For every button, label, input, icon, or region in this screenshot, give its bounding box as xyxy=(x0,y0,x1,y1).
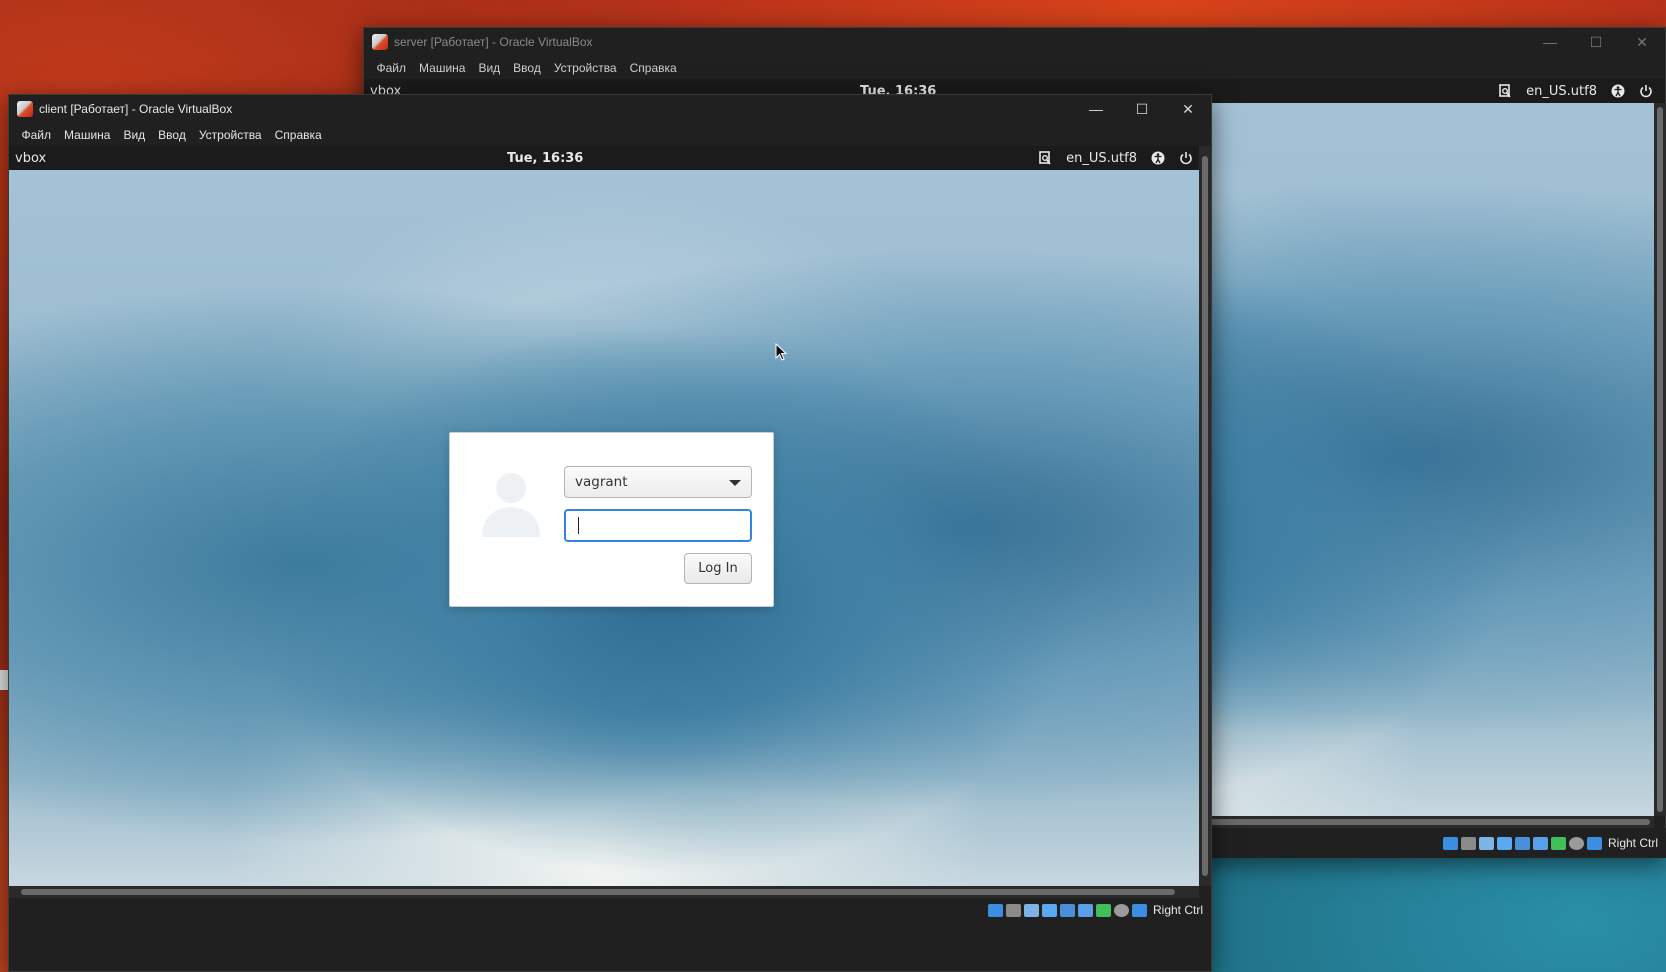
host-key-label: Right Ctrl xyxy=(1607,836,1658,850)
client-vm-window[interactable]: client [Работает] - Oracle VirtualBox — … xyxy=(8,94,1212,972)
client-statusbar: Right Ctrl xyxy=(9,898,1211,922)
maximize-button[interactable]: ☐ xyxy=(1119,95,1165,123)
optical-drive-icon[interactable] xyxy=(1005,903,1021,917)
host-key-label: Right Ctrl xyxy=(1152,903,1203,917)
scroll-thumb[interactable] xyxy=(1657,107,1663,812)
client-vertical-scrollbar[interactable] xyxy=(1199,146,1211,886)
minimize-button[interactable]: — xyxy=(1527,28,1573,56)
login-button-label: Log In xyxy=(698,561,738,576)
login-button[interactable]: Log In xyxy=(684,553,752,584)
audio-icon[interactable] xyxy=(1478,836,1494,850)
client-titlebar[interactable]: client [Работает] - Oracle VirtualBox — … xyxy=(9,95,1211,123)
client-menubar: Файл Машина Вид Ввод Устройства Справка xyxy=(9,123,1211,146)
optical-drive-icon[interactable] xyxy=(1460,836,1476,850)
network-icon[interactable] xyxy=(1496,836,1512,850)
screen-reader-icon[interactable] xyxy=(1038,151,1052,165)
hard-disk-icon[interactable] xyxy=(1442,836,1458,850)
network-icon[interactable] xyxy=(1041,903,1057,917)
client-window-title: client [Работает] - Oracle VirtualBox xyxy=(39,102,233,116)
activities-label[interactable]: vbox xyxy=(15,151,155,166)
keyboard-locale[interactable]: en_US.utf8 xyxy=(1526,84,1597,99)
shared-folders-icon[interactable] xyxy=(1077,903,1093,917)
hard-disk-icon[interactable] xyxy=(987,903,1003,917)
audio-icon[interactable] xyxy=(1023,903,1039,917)
chevron-down-icon xyxy=(729,480,741,486)
background-window-edge xyxy=(0,670,8,690)
display-icon[interactable] xyxy=(1095,903,1111,917)
text-caret xyxy=(578,517,579,534)
power-icon[interactable] xyxy=(1179,151,1193,165)
scroll-thumb[interactable] xyxy=(1202,156,1208,876)
accessibility-icon[interactable] xyxy=(1151,151,1165,165)
client-guest-top-panel: vbox Tue, 16:36 en_US.utf8 xyxy=(9,146,1199,170)
display-icon[interactable] xyxy=(1550,836,1566,850)
virtualbox-icon xyxy=(372,34,388,50)
user-avatar-icon xyxy=(482,473,540,537)
login-dialog: vagrant Log In xyxy=(449,432,774,607)
recording-icon[interactable] xyxy=(1568,836,1584,850)
accessibility-icon[interactable] xyxy=(1611,84,1625,98)
menu-file[interactable]: Файл xyxy=(370,61,413,75)
guest-clock[interactable]: Tue, 16:36 xyxy=(507,151,583,166)
virtualbox-icon xyxy=(17,101,33,117)
usb-icon[interactable] xyxy=(1059,903,1075,917)
menu-input[interactable]: Ввод xyxy=(152,128,193,142)
menu-devices[interactable]: Устройства xyxy=(192,128,268,142)
server-window-title: server [Работает] - Oracle VirtualBox xyxy=(394,35,593,49)
client-horizontal-scrollbar[interactable] xyxy=(9,886,1199,898)
server-titlebar[interactable]: server [Работает] - Oracle VirtualBox — … xyxy=(364,28,1665,56)
screen-reader-icon[interactable] xyxy=(1498,84,1512,98)
mouse-integration-icon[interactable] xyxy=(1131,903,1147,917)
selected-user: vagrant xyxy=(575,474,628,490)
maximize-button[interactable]: ☐ xyxy=(1573,28,1619,56)
menu-view[interactable]: Вид xyxy=(472,61,507,75)
scroll-thumb[interactable] xyxy=(21,889,1175,895)
menu-help[interactable]: Справка xyxy=(268,128,328,142)
menu-help[interactable]: Справка xyxy=(623,61,683,75)
menu-view[interactable]: Вид xyxy=(117,128,152,142)
client-guest-display[interactable]: vagrant Log In xyxy=(9,170,1199,886)
menu-devices[interactable]: Устройства xyxy=(547,61,623,75)
menu-file[interactable]: Файл xyxy=(15,128,58,142)
mouse-integration-icon[interactable] xyxy=(1586,836,1602,850)
close-button[interactable]: ✕ xyxy=(1165,95,1211,123)
usb-icon[interactable] xyxy=(1514,836,1530,850)
keyboard-locale[interactable]: en_US.utf8 xyxy=(1066,151,1137,166)
shared-folders-icon[interactable] xyxy=(1532,836,1548,850)
mouse-pointer-icon xyxy=(775,343,787,361)
power-icon[interactable] xyxy=(1639,84,1653,98)
menu-machine[interactable]: Машина xyxy=(58,128,117,142)
recording-icon[interactable] xyxy=(1113,903,1129,917)
close-button[interactable]: ✕ xyxy=(1619,28,1665,56)
password-input[interactable] xyxy=(564,509,752,542)
user-select-dropdown[interactable]: vagrant xyxy=(564,466,752,498)
minimize-button[interactable]: — xyxy=(1073,95,1119,123)
menu-machine[interactable]: Машина xyxy=(413,61,472,75)
server-vertical-scrollbar[interactable] xyxy=(1654,103,1666,816)
server-menubar: Файл Машина Вид Ввод Устройства Справка xyxy=(364,56,1665,79)
menu-input[interactable]: Ввод xyxy=(507,61,548,75)
